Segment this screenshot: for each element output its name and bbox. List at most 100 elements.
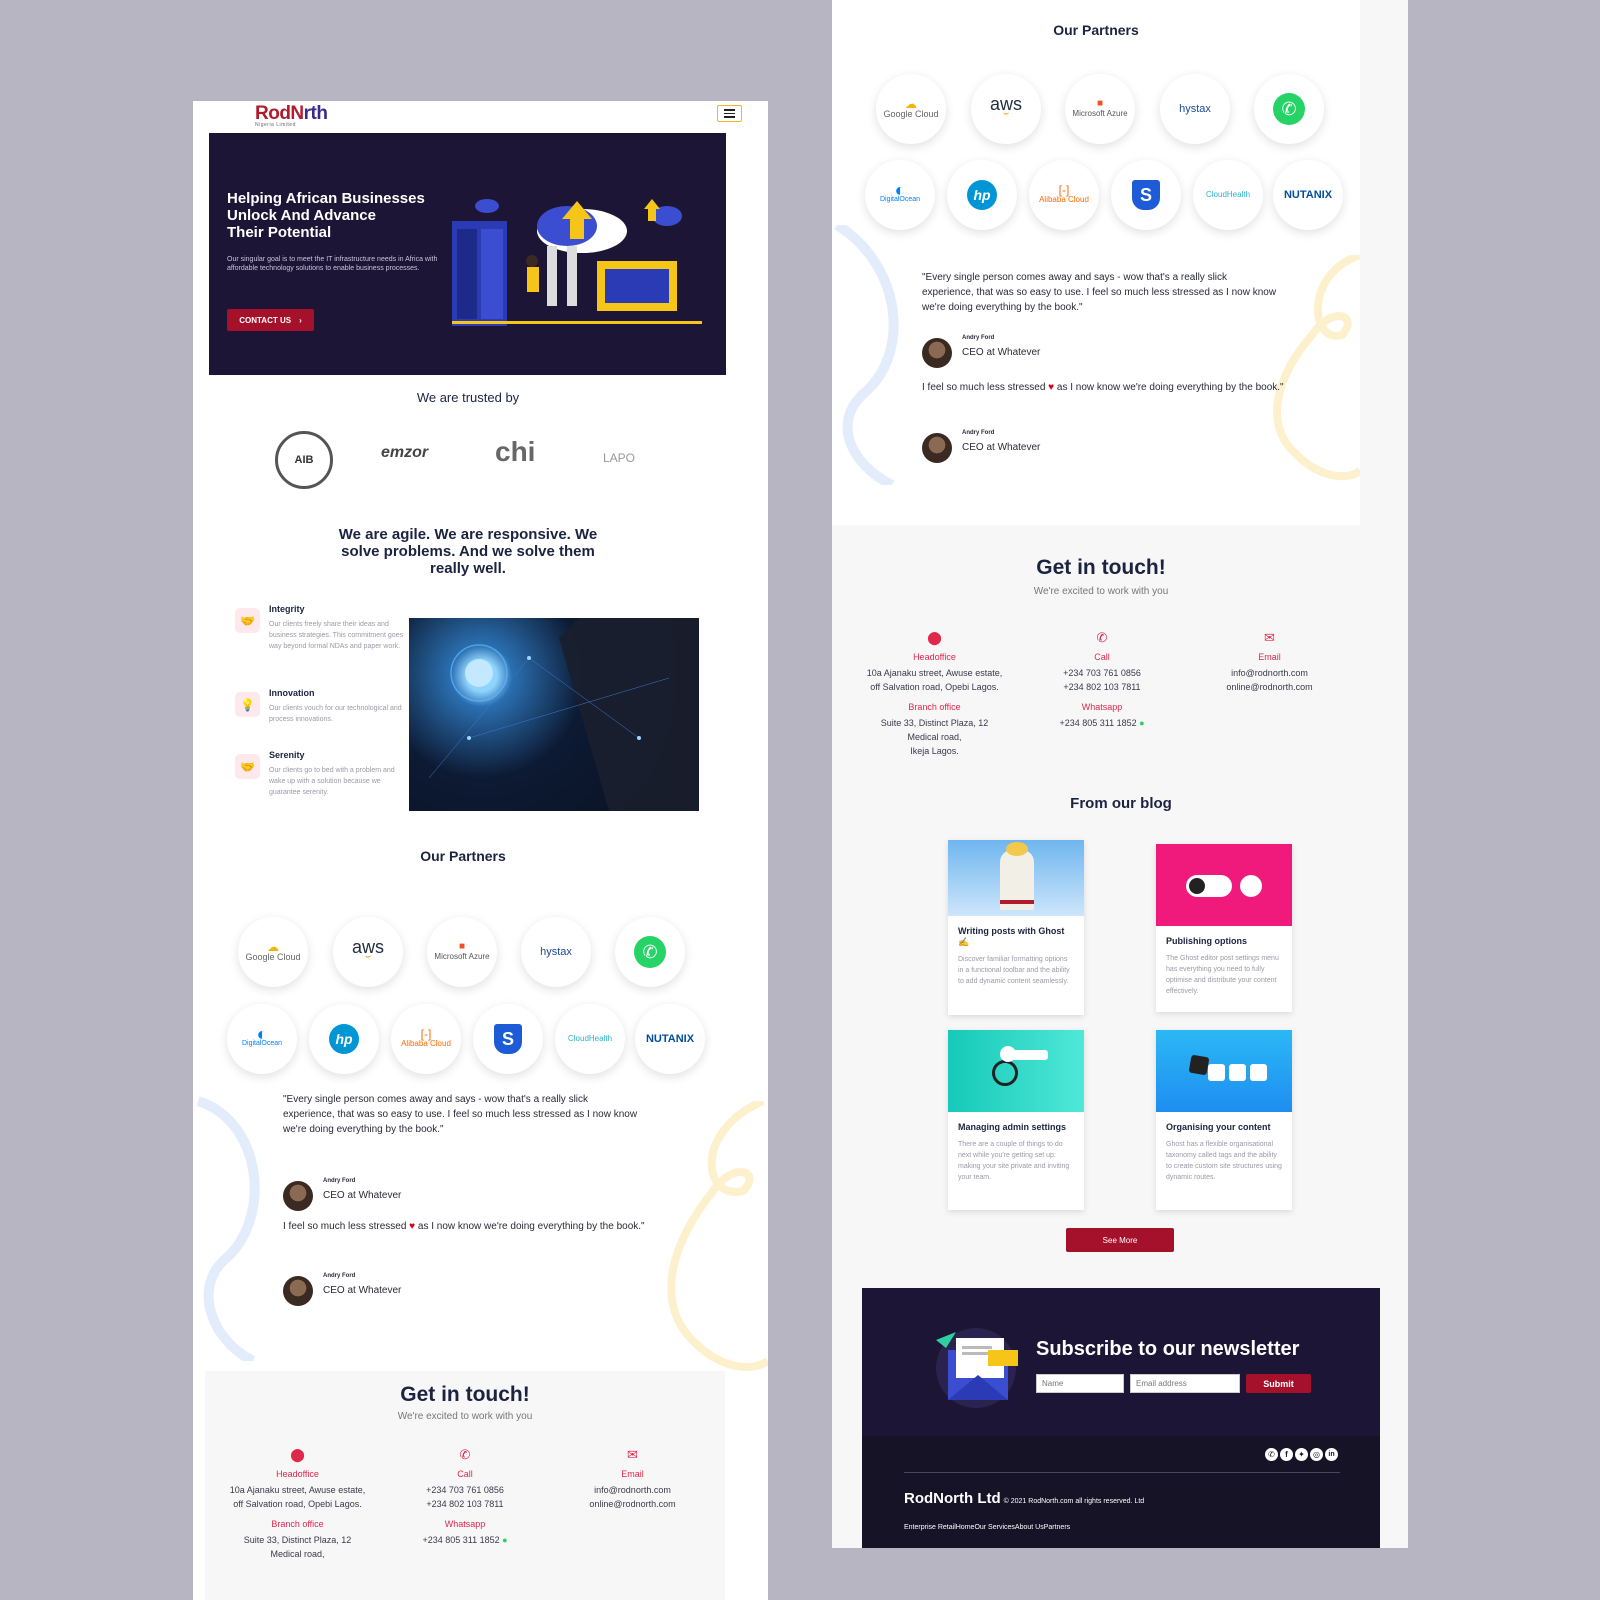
call-block: ✆ Call +234 703 761 0856 +234 802 103 781… xyxy=(1027,630,1177,730)
testimonial-quote-short: I feel so much less stressed ♥ as I now … xyxy=(922,382,1284,393)
whatsapp-link[interactable]: +234 805 311 1852 xyxy=(1059,718,1136,728)
avatar xyxy=(283,1181,313,1211)
partner-sophos: S xyxy=(473,1004,543,1074)
contact-title: Get in touch! xyxy=(400,1383,530,1406)
call-block: ✆ Call +234 703 761 0856 +234 802 103 781… xyxy=(390,1447,540,1547)
partners-title: Our Partners xyxy=(420,848,506,864)
partner-nutanix: NUTANIX xyxy=(635,1004,705,1074)
author-role: CEO at Whatever xyxy=(962,442,1041,453)
avatar xyxy=(922,433,952,463)
partner-microsoft-azure: ■ Microsoft Azure xyxy=(1065,74,1135,144)
blog-card[interactable]: Writing posts with Ghost ✍️ Discover fam… xyxy=(948,840,1084,1015)
email-input[interactable]: Email address xyxy=(1130,1374,1240,1393)
footer-link-about-us[interactable]: About Us xyxy=(1015,1524,1044,1531)
submit-button[interactable]: Submit xyxy=(1246,1374,1311,1393)
partner-whatsapp: ✆ xyxy=(615,917,685,987)
phone-link[interactable]: +234 802 103 7811 xyxy=(1063,682,1140,692)
decorative-swirl-yellow xyxy=(667,1101,768,1371)
footer-brand: RodNorth Ltd xyxy=(904,1490,1001,1507)
email-block: ✉ Email info@rodnorth.com online@rodnorth… xyxy=(540,1447,725,1511)
partner-hp: hp xyxy=(309,1004,379,1074)
blog-card[interactable]: Organising your content Ghost has a flex… xyxy=(1156,1030,1292,1210)
footer: ✆ f ✦ ◎ in RodNorth Ltd © 2021 RodNorth.… xyxy=(862,1436,1380,1548)
envelope-illustration xyxy=(936,1328,1018,1408)
blog-image-anime xyxy=(948,840,1084,916)
blog-card[interactable]: Managing admin settings There are a coup… xyxy=(948,1030,1084,1210)
footer-link-our-services[interactable]: Our Services xyxy=(974,1524,1014,1531)
email-link[interactable]: online@rodnorth.com xyxy=(589,1499,675,1509)
client-logo-lapo: LAPO xyxy=(603,451,636,465)
chevron-right-icon: › xyxy=(299,315,302,325)
linkedin-icon[interactable]: in xyxy=(1325,1448,1338,1461)
partner-alibaba-cloud: [-] Alibaba Cloud xyxy=(1029,160,1099,230)
author-role: CEO at Whatever xyxy=(323,1285,402,1296)
lightbulb-hand-image xyxy=(409,618,699,811)
partners-testimonials-section: Our Partners ☁ Google Cloud aws ⌣ ■ Microso… xyxy=(832,0,1360,525)
whatsapp-icon: ● xyxy=(1139,718,1145,728)
whatsapp-icon: ✆ xyxy=(634,936,666,968)
author-role: CEO at Whatever xyxy=(323,1190,402,1201)
instagram-icon[interactable]: ◎ xyxy=(1310,1448,1323,1461)
avatar xyxy=(283,1276,313,1306)
author-name: Andry Ford xyxy=(962,335,995,341)
newsletter-section: Subscribe to our newsletter Name Email a… xyxy=(862,1288,1380,1436)
partner-hystax: hystax xyxy=(1160,74,1230,144)
partner-google-cloud: ☁ Google Cloud xyxy=(876,74,946,144)
footer-copyright: © 2021 RodNorth.com all rights reserved.… xyxy=(1003,1498,1145,1505)
client-logo-emzor: emzor xyxy=(381,444,429,461)
handshake-icon: 🤝 xyxy=(235,608,260,633)
partner-aws: aws ⌣ xyxy=(333,917,403,987)
phone-icon: ✆ xyxy=(1096,630,1108,645)
cloud-server-illustration xyxy=(452,199,702,326)
decorative-swirl-blue xyxy=(834,225,899,485)
hero-section: Helping African Businesses Unlock And Adv… xyxy=(209,133,726,375)
partner-aws: aws ⌣ xyxy=(971,74,1041,144)
contact-section: Get in touch! We're excited to work with… xyxy=(842,528,1360,783)
contact-section: Get in touch! We're excited to work with… xyxy=(205,1371,725,1600)
partner-cloudhealth: CloudHealth xyxy=(1193,160,1263,230)
hero-title: Helping African Businesses Unlock And Adv… xyxy=(227,190,425,241)
decorative-swirl-blue xyxy=(196,1096,260,1361)
whatsapp-icon[interactable]: ✆ xyxy=(1265,1448,1278,1461)
email-block: ✉ Email info@rodnorth.com online@rodnorth… xyxy=(1177,630,1362,694)
testimonial-quote: "Every single person comes away and says… xyxy=(922,272,1277,313)
headoffice-block: ⬤ Headoffice 10a Ajanaku street, Awuse e… xyxy=(205,1447,390,1561)
contact-us-button[interactable]: CONTACT US › xyxy=(227,309,314,331)
testimonial-quote-short: I feel so much less stressed ♥ as I now … xyxy=(283,1221,645,1232)
blog-title: From our blog xyxy=(1070,795,1172,812)
site-logo[interactable]: RodNrth Nigeria Limited xyxy=(255,101,355,129)
menu-icon[interactable] xyxy=(717,105,742,122)
headoffice-block: ⬤ Headoffice 10a Ajanaku street, Awuse e… xyxy=(842,630,1027,758)
avatar xyxy=(922,338,952,368)
phone-link[interactable]: +234 703 761 0856 xyxy=(1063,668,1141,678)
key-icon xyxy=(948,1030,1084,1112)
footer-link-enterprise-retail[interactable]: Enterprise Retail xyxy=(904,1524,956,1531)
phone-link[interactable]: +234 703 761 0856 xyxy=(426,1485,504,1495)
author-name: Andry Ford xyxy=(323,1178,356,1184)
email-link[interactable]: info@rodnorth.com xyxy=(594,1485,671,1495)
email-link[interactable]: online@rodnorth.com xyxy=(1226,682,1312,692)
author-name: Andry Ford xyxy=(323,1273,356,1279)
see-more-button[interactable]: See More xyxy=(1066,1228,1174,1252)
client-logo-aib: AIB xyxy=(275,431,333,489)
author-role: CEO at Whatever xyxy=(962,347,1041,358)
mail-icon: ✉ xyxy=(627,1447,638,1462)
footer-links: Enterprise Retail Home Our Services Abou… xyxy=(904,1524,1070,1531)
whatsapp-icon: ● xyxy=(502,1535,508,1545)
footer-link-home[interactable]: Home xyxy=(956,1524,975,1531)
social-icons: ✆ f ✦ ◎ in xyxy=(1265,1448,1338,1461)
newsletter-title: Subscribe to our newsletter xyxy=(1036,1338,1300,1360)
blog-card[interactable]: Publishing options The Ghost editor post… xyxy=(1156,844,1292,1012)
footer-divider xyxy=(904,1472,1340,1473)
footer-link-partners[interactable]: Partners xyxy=(1044,1524,1070,1531)
partner-alibaba-cloud: [-] Alibaba Cloud xyxy=(391,1004,461,1074)
contact-subtitle: We're excited to work with you xyxy=(397,1411,533,1422)
name-input[interactable]: Name xyxy=(1036,1374,1124,1393)
logo-text: RodN xyxy=(255,103,304,124)
whatsapp-link[interactable]: +234 805 311 1852 xyxy=(422,1535,499,1545)
twitter-icon[interactable]: ✦ xyxy=(1295,1448,1308,1461)
facebook-icon[interactable]: f xyxy=(1280,1448,1293,1461)
email-link[interactable]: info@rodnorth.com xyxy=(1231,668,1308,678)
phone-link[interactable]: +234 802 103 7811 xyxy=(426,1499,503,1509)
mobile-page-left: RodNrth Nigeria Limited Helping African … xyxy=(193,101,768,1600)
